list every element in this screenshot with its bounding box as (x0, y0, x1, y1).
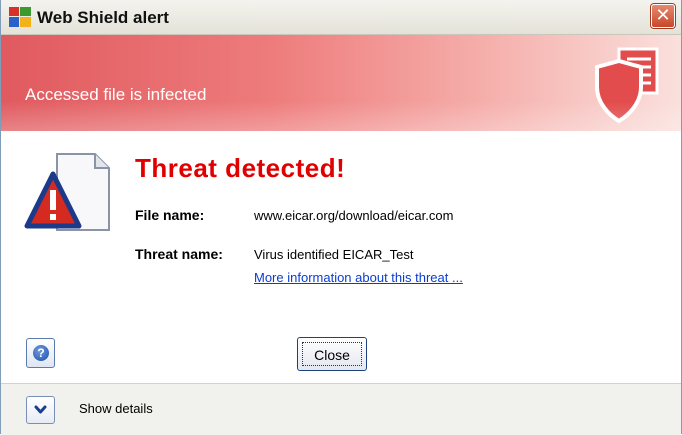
title-bar[interactable]: Web Shield alert ✕ (1, 0, 681, 35)
window-title: Web Shield alert (37, 8, 169, 27)
threat-name-label: Threat name: (135, 246, 223, 262)
avg-logo-icon (9, 7, 31, 27)
shield-document-icon (595, 47, 659, 124)
details-footer: Show details (1, 383, 681, 435)
threat-name-value: Virus identified EICAR_Test (254, 247, 414, 262)
window-close-button[interactable]: ✕ (651, 4, 675, 28)
infected-file-warning-icon (24, 153, 110, 231)
alert-banner: Accessed file is infected (1, 35, 681, 131)
close-icon: ✕ (655, 5, 671, 26)
show-details-toggle[interactable] (26, 396, 55, 424)
close-button-label: Close (302, 342, 362, 366)
chevron-down-icon (34, 405, 47, 414)
file-name-label: File name: (135, 207, 205, 223)
help-button[interactable]: ? (26, 338, 55, 368)
web-shield-alert-window: Web Shield alert ✕ Accessed file is infe… (0, 0, 682, 435)
close-button[interactable]: Close (297, 337, 367, 371)
help-icon: ? (33, 345, 49, 361)
banner-message: Accessed file is infected (25, 85, 207, 104)
threat-detected-heading: Threat detected! (135, 153, 346, 183)
more-info-link[interactable]: More information about this threat ... (254, 270, 463, 285)
file-name-value: www.eicar.org/download/eicar.com (254, 208, 454, 223)
show-details-label[interactable]: Show details (79, 401, 153, 416)
